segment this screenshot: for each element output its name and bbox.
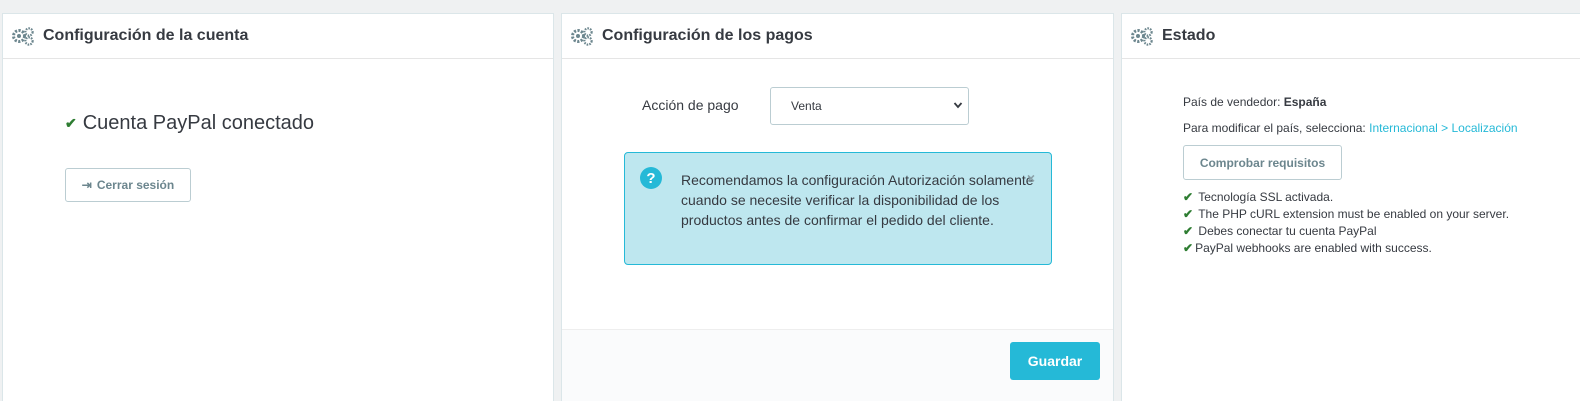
check-icon: ✔ — [1183, 190, 1194, 204]
payments-panel-heading: Configuración de los pagos — [562, 14, 1113, 59]
payment-action-label: Acción de pago — [642, 97, 739, 113]
seller-country-label: País de vendedor: — [1183, 95, 1281, 109]
account-panel-heading: Configuración de la cuenta — [3, 14, 553, 59]
close-icon[interactable]: × — [1027, 170, 1035, 186]
status-panel: Estado País de vendedor: España Para mod… — [1121, 13, 1580, 401]
gears-icon — [571, 27, 593, 46]
logout-button[interactable]: ⇥ Cerrar sesión — [65, 168, 191, 202]
payments-panel-title: Configuración de los pagos — [602, 27, 813, 44]
payments-panel-footer: Guardar — [562, 329, 1113, 401]
chevron-down-icon — [953, 102, 963, 109]
status-panel-heading: Estado — [1122, 14, 1580, 59]
payments-panel: Configuración de los pagos Acción de pag… — [561, 13, 1114, 401]
list-item: ✔ The PHP cURL extension must be enabled… — [1183, 207, 1510, 221]
localization-link[interactable]: Internacional > Localización — [1369, 121, 1517, 135]
gears-icon — [12, 27, 34, 46]
list-item: ✔ Tecnología SSL activada. — [1183, 190, 1334, 204]
sign-out-icon: ⇥ — [81, 178, 92, 192]
check-icon: ✔ — [65, 115, 77, 131]
list-item: ✔ Debes conectar tu cuenta PayPal — [1183, 224, 1377, 238]
modify-country-text: Para modificar el país, selecciona: — [1183, 121, 1366, 135]
account-panel: Configuración de la cuenta ✔ Cuenta PayP… — [2, 13, 554, 401]
question-circle-icon: ? — [640, 167, 662, 189]
requirements-list: ✔ Tecnología SSL activada. ✔ The PHP cUR… — [1183, 189, 1509, 257]
save-button[interactable]: Guardar — [1010, 342, 1100, 380]
check-icon: ✔ — [1183, 241, 1194, 255]
logout-label: Cerrar sesión — [96, 178, 175, 192]
modify-country-line: Para modificar el país, selecciona: Inte… — [1183, 121, 1518, 135]
check-icon: ✔ — [1183, 224, 1194, 238]
seller-country-value: España — [1283, 95, 1327, 109]
check-requirements-button[interactable]: Comprobar requisitos — [1183, 145, 1342, 180]
list-item: ✔ PayPal webhooks are enabled with succes… — [1183, 241, 1432, 255]
status-panel-title: Estado — [1162, 27, 1216, 44]
check-icon: ✔ — [1183, 207, 1194, 221]
payment-action-value: Venta — [791, 99, 822, 113]
info-alert-text: Recomendamos la configuración Autorizaci… — [681, 172, 1034, 228]
payment-action-select[interactable]: Venta — [770, 87, 969, 125]
info-alert: ? Recomendamos la configuración Autoriza… — [624, 152, 1052, 265]
paypal-connected-label: Cuenta PayPal conectado — [82, 112, 315, 134]
account-panel-title: Configuración de la cuenta — [43, 27, 249, 44]
seller-country-line: País de vendedor: España — [1183, 95, 1326, 109]
paypal-connected-status: ✔ Cuenta PayPal conectado — [65, 112, 314, 135]
gears-icon — [1131, 27, 1153, 46]
